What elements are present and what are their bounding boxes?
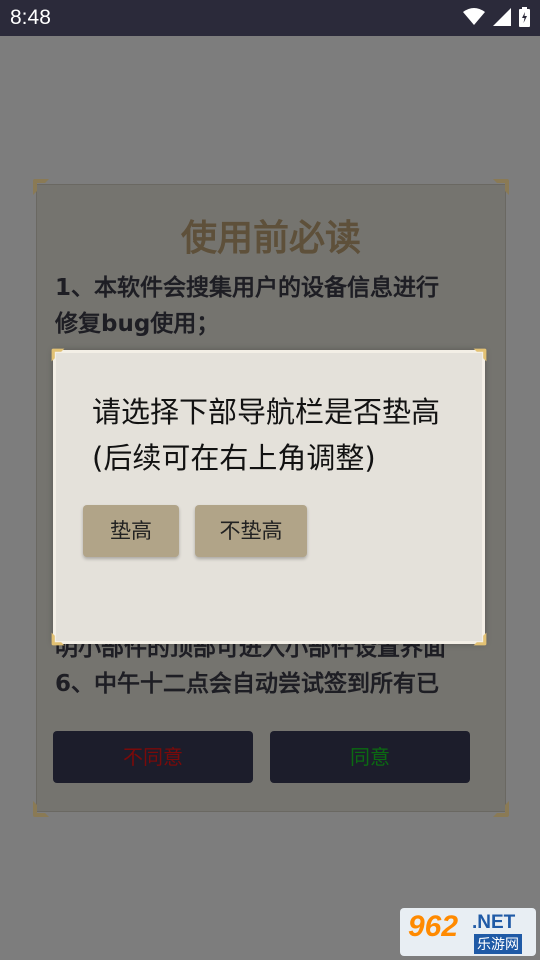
status-time: 8:48 (10, 6, 51, 29)
corner-ornament-icon (472, 631, 488, 647)
agree-button[interactable]: 同意 (270, 731, 470, 783)
signal-icon (493, 8, 511, 26)
corner-ornament-icon (50, 347, 66, 363)
no-raise-button[interactable]: 不垫高 (195, 505, 307, 557)
status-bar: 8:48 (0, 0, 540, 36)
dialog-message: 请选择下部导航栏是否垫高(后续可在右上角调整) (92, 395, 441, 475)
disagree-label: 不同意 (123, 745, 183, 769)
corner-ornament-icon (31, 177, 51, 197)
corner-ornament-icon (491, 177, 511, 197)
notice-line: 1、本软件会搜集用户的设备信息进行 (55, 275, 440, 301)
status-icons (463, 7, 530, 27)
notice-line: 修复bug使用； (55, 311, 220, 337)
watermark-number: 962 (408, 910, 459, 943)
watermark-subtitle: 乐游网 (474, 934, 522, 954)
watermark-logo: 962 .NET 乐游网 (400, 908, 536, 956)
agree-label: 同意 (350, 745, 390, 769)
corner-ornament-icon (31, 799, 51, 819)
disagree-button[interactable]: 不同意 (53, 731, 253, 783)
wifi-icon (463, 8, 485, 26)
raise-label: 垫高 (110, 519, 152, 543)
nav-bar-height-dialog: 请选择下部导航栏是否垫高(后续可在右上角调整) 垫高 不垫高 (50, 347, 488, 647)
notice-line: 6、中午十二点会自动尝试签到所有已 (55, 671, 440, 697)
corner-ornament-icon (491, 799, 511, 819)
raise-button[interactable]: 垫高 (83, 505, 179, 557)
battery-icon (519, 7, 530, 27)
corner-ornament-icon (50, 631, 66, 647)
watermark-suffix: .NET (472, 912, 516, 933)
notice-title: 使用前必读 (180, 218, 361, 259)
no-raise-label: 不垫高 (219, 519, 283, 543)
corner-ornament-icon (472, 347, 488, 363)
